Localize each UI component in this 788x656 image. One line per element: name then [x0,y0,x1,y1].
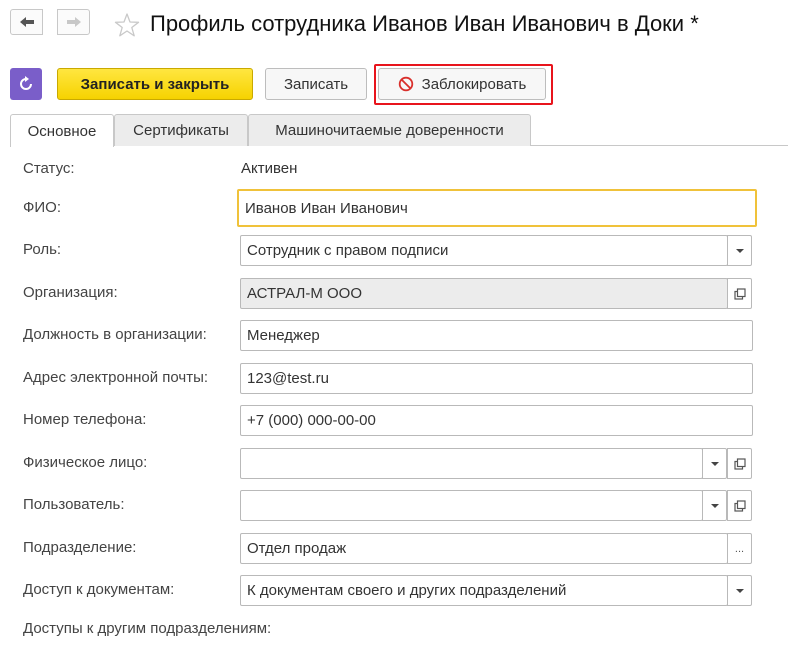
refresh-button[interactable] [10,68,42,100]
open-window-icon [733,499,746,512]
user-open-button[interactable] [727,490,752,521]
star-icon[interactable] [114,12,140,38]
chevron-down-icon [710,503,719,508]
tab-bar: Основное Сертификаты Машиночитаемые дове… [0,114,788,147]
user-input[interactable] [240,490,703,521]
individual-open-button[interactable] [727,448,752,479]
department-label: Подразделение: [23,539,137,556]
arrow-right-icon [66,17,81,27]
role-select[interactable]: Сотрудник с правом подписи [240,235,728,266]
department-select-button[interactable]: ... [727,533,752,564]
chevron-down-icon [735,588,744,593]
fio-input[interactable]: Иванов Иван Иванович [237,189,757,227]
page-title: Профиль сотрудника Иванов Иван Иванович … [150,11,699,36]
individual-dropdown-button[interactable] [702,448,727,479]
email-label: Адрес электронной почты: [23,369,209,386]
other-departments-label: Доступы к другим подразделениям: [23,620,272,637]
block-button-label: Заблокировать [421,75,527,93]
department-input[interactable]: Отдел продаж [240,533,728,564]
role-label: Роль: [23,241,62,258]
save-and-close-button[interactable]: Записать и закрыть [57,68,253,100]
status-label: Статус: [23,160,75,177]
individual-input[interactable] [240,448,703,479]
open-window-icon [733,287,746,300]
fio-label: ФИО: [23,199,62,216]
organization-field: АСТРАЛ-М ООО [240,278,728,309]
no-entry-icon [398,76,413,92]
chevron-down-icon [735,248,744,253]
title-bar: Профиль сотрудника Иванов Иван Иванович … [0,0,788,54]
command-bar: Записать и закрыть Записать Заблокироват… [0,62,788,106]
back-button[interactable] [10,9,43,35]
user-label: Пользователь: [23,496,125,513]
arrow-left-icon [19,17,34,27]
phone-input[interactable]: +7 (000) 000-00-00 [240,405,753,436]
forward-button[interactable] [57,9,90,35]
position-label: Должность в организации: [23,326,207,343]
tab-certificates[interactable]: Сертификаты [114,114,248,146]
save-button[interactable]: Записать [265,68,367,100]
status-value: Активен [241,160,298,177]
chevron-down-icon [710,461,719,466]
user-dropdown-button[interactable] [702,490,727,521]
individual-label: Физическое лицо: [23,454,148,471]
role-dropdown-button[interactable] [727,235,752,266]
tab-main[interactable]: Основное [10,114,114,147]
position-input[interactable]: Менеджер [240,320,753,351]
document-access-dropdown-button[interactable] [727,575,752,606]
organization-open-button[interactable] [727,278,752,309]
refresh-icon [20,76,32,90]
document-access-select[interactable]: К документам своего и других подразделен… [240,575,728,606]
open-window-icon [733,457,746,470]
document-access-label: Доступ к документам: [23,581,175,598]
phone-label: Номер телефона: [23,411,147,428]
tab-machine-readable-poa[interactable]: Машиночитаемые доверенности [248,114,531,146]
email-input[interactable]: 123@test.ru [240,363,753,394]
employee-form: Статус: Активен ФИО: Иванов Иван Иванови… [0,146,788,656]
organization-label: Организация: [23,284,118,301]
block-button[interactable]: Заблокировать [378,68,546,100]
